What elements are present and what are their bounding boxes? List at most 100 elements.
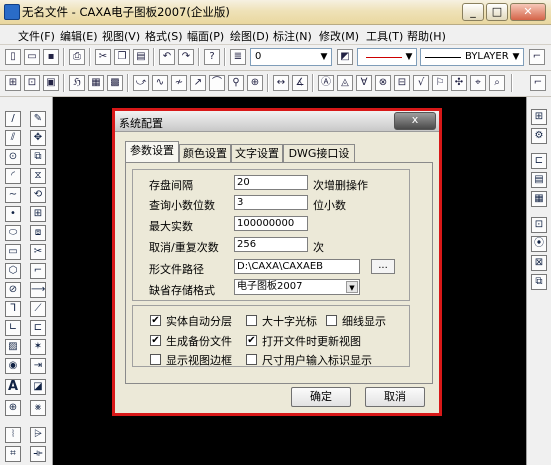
projection-view-icon[interactable]: ⧉ — [531, 274, 547, 290]
menu-dimension[interactable]: 标注(N) — [273, 28, 312, 44]
layer-icon[interactable]: ≣ — [230, 49, 246, 65]
detail-view-icon[interactable]: ⊠ — [531, 255, 547, 271]
hatch-tool-icon[interactable]: ⚲ — [228, 75, 244, 91]
library-manage-icon[interactable]: ⚙ — [531, 128, 547, 144]
redraw-icon[interactable]: ▣ — [43, 75, 59, 91]
redo-icon[interactable]: ↷ — [178, 49, 194, 65]
balloon-icon[interactable]: ⚐ — [432, 75, 448, 91]
menu-sheet[interactable]: 幅面(P) — [187, 28, 224, 44]
polyline-tool-icon[interactable]: ↗ — [190, 75, 206, 91]
explode-icon[interactable]: ⌖ — [470, 75, 486, 91]
max-entities-field[interactable]: 100000000 — [234, 216, 308, 231]
datum-icon[interactable]: ⊟ — [394, 75, 410, 91]
tab-colors[interactable]: 颜色设置 — [179, 144, 231, 162]
chamfer-icon[interactable]: ⩥ — [30, 427, 46, 443]
erase-icon[interactable]: ⨳ — [30, 400, 46, 416]
part-library-icon[interactable]: ⊞ — [531, 109, 547, 125]
minimize-button[interactable]: _ — [462, 3, 484, 21]
toolbar-extra-icon[interactable]: ⌐ — [529, 49, 545, 65]
pencil-icon[interactable]: ✎ — [30, 111, 46, 127]
linetype-select[interactable]: BYLAYER ▼ — [420, 48, 524, 66]
tolerance-icon[interactable]: ⊗ — [375, 75, 391, 91]
hatch-icon[interactable]: ▨ — [5, 339, 21, 355]
menu-file[interactable]: 文件(F) — [18, 28, 55, 44]
centerline-icon[interactable]: ✣ — [451, 75, 467, 91]
undo-icon[interactable]: ↶ — [159, 49, 175, 65]
maximize-button[interactable]: □ — [486, 3, 508, 21]
tab-parameters[interactable]: 参数设置 — [125, 141, 179, 163]
tab-text[interactable]: 文字设置 — [231, 144, 283, 162]
outline-icon[interactable]: ⌗ — [5, 446, 21, 462]
explode-entity-icon[interactable]: ✶ — [30, 339, 46, 355]
stretch-icon[interactable]: ⊏ — [30, 320, 46, 336]
equidistant-icon[interactable]: ∟ — [5, 320, 21, 336]
polyline-icon[interactable]: ⊘ — [5, 282, 21, 298]
fill-icon[interactable]: ◉ — [5, 358, 21, 374]
array-icon[interactable]: ⊞ — [30, 206, 46, 222]
extend-icon[interactable]: ⟶ — [30, 282, 46, 298]
grid-icon[interactable]: ▩ — [107, 75, 123, 91]
menu-tools[interactable]: 工具(T) — [366, 28, 403, 44]
point-icon[interactable]: • — [5, 206, 21, 222]
option-checkbox-dim-input-mark[interactable] — [246, 354, 257, 365]
ellipse-icon[interactable]: ⬭ — [5, 225, 21, 241]
text-icon[interactable]: A — [5, 379, 21, 395]
menu-format[interactable]: 格式(S) — [145, 28, 183, 44]
spline-icon[interactable]: ∼ — [5, 187, 21, 203]
linetype-tool-icon[interactable]: ℌ — [69, 75, 85, 91]
fillet-icon[interactable]: ⌐ — [30, 263, 46, 279]
view-manage-icon[interactable]: ⊡ — [531, 217, 547, 233]
parts-list-icon[interactable]: ▦ — [531, 191, 547, 207]
save-interval-field[interactable]: 20 — [234, 175, 308, 190]
angle-dimension-icon[interactable]: ∡ — [292, 75, 308, 91]
break-icon[interactable]: ⟋ — [30, 301, 46, 317]
lengthen-icon[interactable]: ⟛ — [30, 446, 46, 462]
align-icon[interactable]: ⇥ — [30, 358, 46, 374]
curve-tool-icon[interactable]: ∿ — [152, 75, 168, 91]
zoom-in-icon[interactable]: ⊕ — [5, 400, 21, 416]
decimals-field[interactable]: 3 — [234, 195, 308, 210]
option-checkbox-backup[interactable]: ✔ — [150, 335, 161, 346]
color-select[interactable]: ▼ — [357, 48, 417, 66]
scale-icon[interactable]: ⧈ — [30, 225, 46, 241]
copy-icon[interactable]: ❐ — [114, 49, 130, 65]
surface-roughness-icon[interactable]: √ — [413, 75, 429, 91]
circle-icon[interactable]: ⊙ — [5, 149, 21, 165]
move-icon[interactable]: ✥ — [30, 130, 46, 146]
text-tool-icon[interactable]: Ⓐ — [318, 75, 334, 91]
menu-view[interactable]: 视图(V) — [102, 28, 140, 44]
save-icon[interactable]: ▪ — [43, 49, 59, 65]
dialog-close-button[interactable]: x — [394, 112, 436, 130]
copy-entity-icon[interactable]: ⧉ — [30, 149, 46, 165]
dialog-title-bar[interactable]: 系统配置 x — [115, 111, 439, 132]
zoom-window-icon[interactable]: ⊞ — [5, 75, 21, 91]
help-icon[interactable]: ? — [204, 49, 220, 65]
parallel-line-icon[interactable]: ⫽ — [5, 130, 21, 146]
block-tool-icon[interactable]: ⊕ — [247, 75, 263, 91]
arc-icon[interactable]: ◜ — [5, 168, 21, 184]
section-view-icon[interactable]: ⦿ — [531, 236, 547, 252]
open-file-icon[interactable]: ▭ — [24, 49, 40, 65]
cancel-button[interactable]: 取消 — [365, 387, 425, 407]
paste-icon[interactable]: ▤ — [133, 49, 149, 65]
tab-dwg-interface[interactable]: DWG接口设置 — [283, 144, 355, 178]
menu-draw[interactable]: 绘图(D) — [230, 28, 269, 44]
polygon-icon[interactable]: ⬡ — [5, 263, 21, 279]
option-checkbox-thin-line[interactable] — [326, 315, 337, 326]
undo-count-field[interactable]: 256 — [234, 237, 308, 252]
cut-icon[interactable]: ✂ — [95, 49, 111, 65]
centerline-draw-icon[interactable]: ᒣ — [5, 301, 21, 317]
line-tool-icon[interactable]: ⤻ — [133, 75, 149, 91]
option-checkbox-auto-layer[interactable]: ✔ — [150, 315, 161, 326]
trim-icon[interactable]: ✂ — [30, 244, 46, 260]
title-block-icon[interactable]: ▤ — [531, 172, 547, 188]
spline-tool-icon[interactable]: ≁ — [171, 75, 187, 91]
arc-tool-icon[interactable]: ⌒ — [209, 75, 225, 91]
browse-button[interactable]: ... — [371, 259, 395, 274]
print-icon[interactable]: ⎙ — [69, 49, 85, 65]
layer-select[interactable]: 0 ▼ — [250, 48, 332, 66]
tangent-icon[interactable]: ⦚ — [5, 427, 21, 443]
frame-icon[interactable]: ⊏ — [531, 153, 547, 169]
symbol-tool-icon[interactable]: ◬ — [337, 75, 353, 91]
mirror-icon[interactable]: ⧖ — [30, 168, 46, 184]
